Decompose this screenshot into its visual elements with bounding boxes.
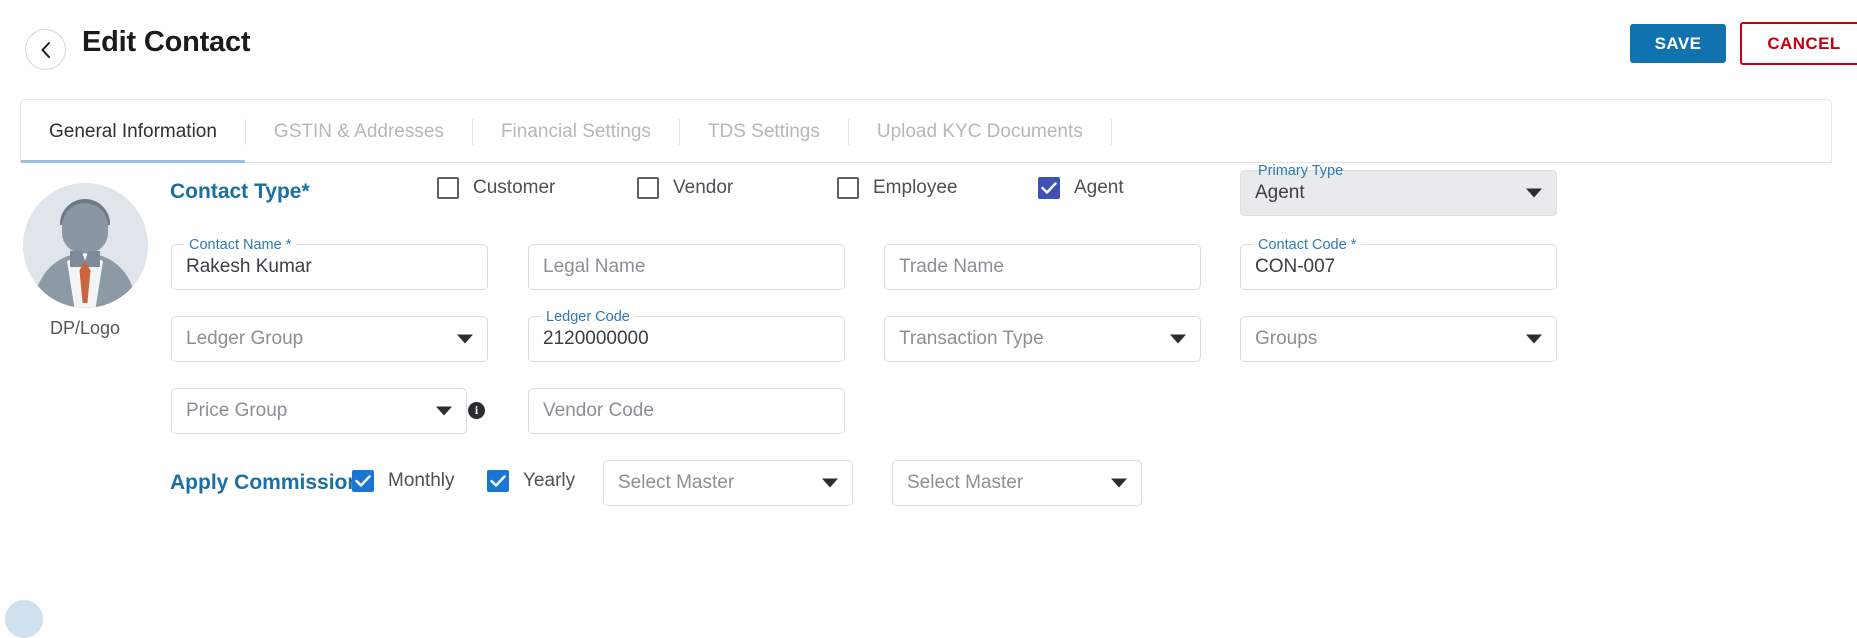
transaction-type-field[interactable]: Transaction Type xyxy=(884,316,1201,362)
tab-tds-settings[interactable]: TDS Settings xyxy=(680,100,848,163)
chevron-down-icon xyxy=(457,334,473,344)
floating-action-partial[interactable] xyxy=(5,600,43,638)
avatar-head xyxy=(62,203,108,253)
price-group-field[interactable]: Price Group xyxy=(171,388,467,434)
checkbox-box[interactable] xyxy=(637,177,659,199)
commission-master-1-placeholder: Select Master xyxy=(618,472,735,493)
back-button[interactable] xyxy=(25,29,66,70)
ledger-code-input[interactable]: Ledger Code 2120000000 xyxy=(528,307,845,362)
commission-master-2-select[interactable]: Select Master xyxy=(892,460,1142,506)
checkbox-label: Vendor xyxy=(673,177,734,198)
page-header: Edit Contact SAVE CANCEL xyxy=(0,0,1857,84)
contact-name-field[interactable]: Contact Name * Rakesh Kumar xyxy=(171,235,488,290)
primary-type-select[interactable]: Primary Type Agent xyxy=(1240,163,1557,216)
page-title: Edit Contact xyxy=(82,26,251,58)
avatar-block: DP/Logo xyxy=(20,183,150,339)
commission-master-1-select[interactable]: Select Master xyxy=(603,460,853,506)
chevron-down-icon xyxy=(1526,334,1542,344)
tab-general-information[interactable]: General Information xyxy=(21,100,245,163)
vendor-code-field[interactable]: Vendor Code xyxy=(528,388,845,434)
primary-type-value: Agent xyxy=(1255,182,1305,203)
chevron-down-icon xyxy=(436,406,452,416)
groups-field[interactable]: Groups xyxy=(1240,316,1557,362)
tab-gstin-addresses[interactable]: GSTIN & Addresses xyxy=(246,100,472,163)
contact-name-input[interactable]: Contact Name * Rakesh Kumar xyxy=(171,235,488,290)
checkbox-label: Monthly xyxy=(388,470,455,491)
commission-master-2-field[interactable]: Select Master xyxy=(892,460,1142,506)
trade-name-input[interactable]: Trade Name xyxy=(884,244,1201,290)
avatar-caption: DP/Logo xyxy=(49,318,121,338)
chevron-down-icon xyxy=(1526,188,1542,198)
chevron-down-icon xyxy=(1111,478,1127,488)
tab-list: General Information GSTIN & Addresses Fi… xyxy=(21,100,1112,163)
checkbox-employee[interactable]: Employee xyxy=(837,177,958,199)
checkbox-agent[interactable]: Agent xyxy=(1038,177,1124,199)
vendor-code-input[interactable]: Vendor Code xyxy=(528,388,845,434)
checkbox-box[interactable] xyxy=(1038,177,1060,199)
apply-commission-label: Apply Commission* xyxy=(170,471,369,494)
ledger-group-field[interactable]: Ledger Group xyxy=(171,316,488,362)
checkbox-vendor[interactable]: Vendor xyxy=(637,177,733,199)
price-group-select[interactable]: Price Group xyxy=(171,388,467,434)
checkbox-label: Agent xyxy=(1074,177,1124,198)
trade-name-field[interactable]: Trade Name xyxy=(884,244,1201,290)
checkbox-box[interactable] xyxy=(352,470,374,492)
chevron-left-icon xyxy=(39,41,53,59)
contact-name-label: Contact Name * xyxy=(184,235,297,255)
checkbox-label: Employee xyxy=(873,177,958,198)
ledger-code-label: Ledger Code xyxy=(541,307,635,327)
checkbox-label: Customer xyxy=(473,177,556,198)
cancel-button[interactable]: CANCEL xyxy=(1740,22,1857,65)
commission-master-2-placeholder: Select Master xyxy=(907,472,1024,493)
vendor-code-placeholder: Vendor Code xyxy=(543,400,654,421)
checkbox-customer[interactable]: Customer xyxy=(437,177,555,199)
chevron-down-icon xyxy=(822,478,838,488)
save-button[interactable]: SAVE xyxy=(1630,24,1726,63)
legal-name-field[interactable]: Legal Name xyxy=(528,244,845,290)
legal-name-placeholder: Legal Name xyxy=(543,256,646,277)
tab-upload-kyc-documents[interactable]: Upload KYC Documents xyxy=(849,100,1111,163)
checkbox-label: Yearly xyxy=(523,470,576,491)
transaction-type-placeholder: Transaction Type xyxy=(899,328,1044,349)
groups-select[interactable]: Groups xyxy=(1240,316,1557,362)
tab-bar: General Information GSTIN & Addresses Fi… xyxy=(20,99,1832,163)
legal-name-input[interactable]: Legal Name xyxy=(528,244,845,290)
contact-name-value: Rakesh Kumar xyxy=(186,256,312,277)
contact-code-label: Contact Code * xyxy=(1253,235,1362,255)
contact-type-label: Contact Type* xyxy=(170,180,310,203)
ledger-group-select[interactable]: Ledger Group xyxy=(171,316,488,362)
primary-type-label: Primary Type xyxy=(1258,163,1344,179)
avatar[interactable] xyxy=(22,183,148,308)
commission-master-1-field[interactable]: Select Master xyxy=(603,460,853,506)
ledger-group-placeholder: Ledger Group xyxy=(186,328,304,349)
checkbox-box[interactable] xyxy=(437,177,459,199)
contact-code-field[interactable]: Contact Code * CON-007 xyxy=(1240,235,1557,290)
price-group-placeholder: Price Group xyxy=(186,400,288,421)
ledger-code-value: 2120000000 xyxy=(543,328,649,349)
contact-code-input[interactable]: Contact Code * CON-007 xyxy=(1240,235,1557,290)
contact-form: DP/Logo Contact Type* Customer Vendor Em… xyxy=(0,163,1857,625)
contact-code-value: CON-007 xyxy=(1255,256,1336,277)
tab-financial-settings[interactable]: Financial Settings xyxy=(473,100,679,163)
primary-type-field[interactable]: Primary Type Agent xyxy=(1240,163,1557,216)
tab-separator xyxy=(1110,118,1112,145)
ledger-code-field[interactable]: Ledger Code 2120000000 xyxy=(528,307,845,362)
info-icon[interactable]: i xyxy=(468,402,485,419)
transaction-type-select[interactable]: Transaction Type xyxy=(884,316,1201,362)
trade-name-placeholder: Trade Name xyxy=(899,256,1004,277)
checkbox-monthly[interactable]: Monthly xyxy=(352,470,455,492)
chevron-down-icon xyxy=(1170,334,1186,344)
groups-placeholder: Groups xyxy=(1255,328,1318,349)
checkbox-yearly[interactable]: Yearly xyxy=(487,470,575,492)
checkbox-box[interactable] xyxy=(487,470,509,492)
checkbox-box[interactable] xyxy=(837,177,859,199)
